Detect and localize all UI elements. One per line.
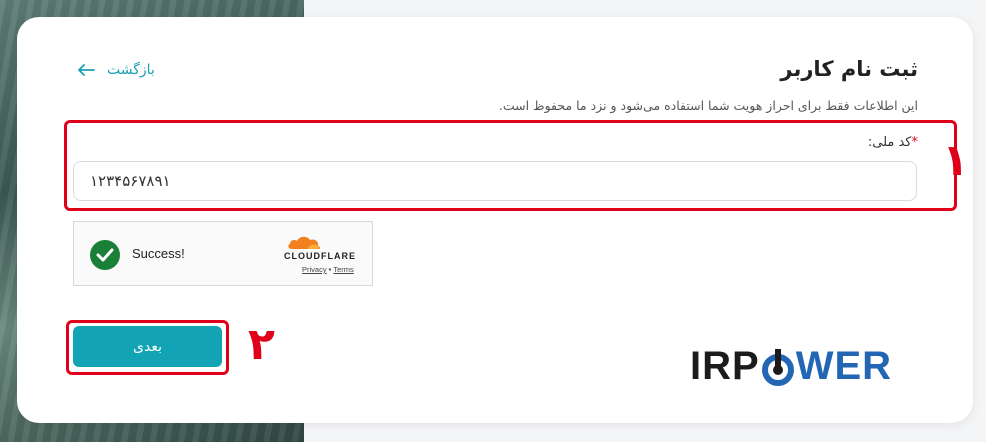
annotation-step-1: ۱ — [942, 135, 969, 186]
check-circle-icon — [90, 240, 120, 270]
required-marker: * — [911, 135, 919, 150]
cloudflare-wordmark: CLOUDFLARE — [284, 251, 356, 261]
annotation-step-2: ۲ — [248, 319, 275, 370]
cloudflare-captcha-widget[interactable]: Success! CLOUDFLARE Privacy • Terms — [73, 221, 373, 286]
arrow-left-icon — [78, 64, 95, 76]
privacy-link[interactable]: Privacy — [302, 265, 327, 274]
captcha-status: Success! — [132, 246, 185, 261]
national-code-input[interactable] — [73, 161, 917, 201]
irpower-logo: IRP WER — [690, 344, 892, 389]
captcha-links: Privacy • Terms — [302, 265, 354, 274]
page-title: ثبت نام کاربر — [780, 57, 918, 81]
back-label: بازگشت — [107, 62, 155, 78]
logo-text-ir: IRP — [690, 344, 760, 388]
cloudflare-cloud-icon — [288, 236, 321, 249]
terms-link[interactable]: Terms — [333, 265, 353, 274]
national-code-label: *کد ملی: — [868, 135, 918, 150]
logo-text-wer: WER — [795, 344, 893, 388]
national-code-label-text: کد ملی: — [867, 135, 912, 150]
back-link[interactable]: بازگشت — [77, 62, 155, 78]
next-button[interactable]: بعدی — [73, 326, 222, 367]
registration-card: ثبت نام کاربر بازگشت این اطلاعات فقط برا… — [17, 17, 973, 423]
power-button-icon — [760, 347, 796, 387]
page-subtitle: این اطلاعات فقط برای احراز هویت شما استف… — [498, 98, 918, 113]
